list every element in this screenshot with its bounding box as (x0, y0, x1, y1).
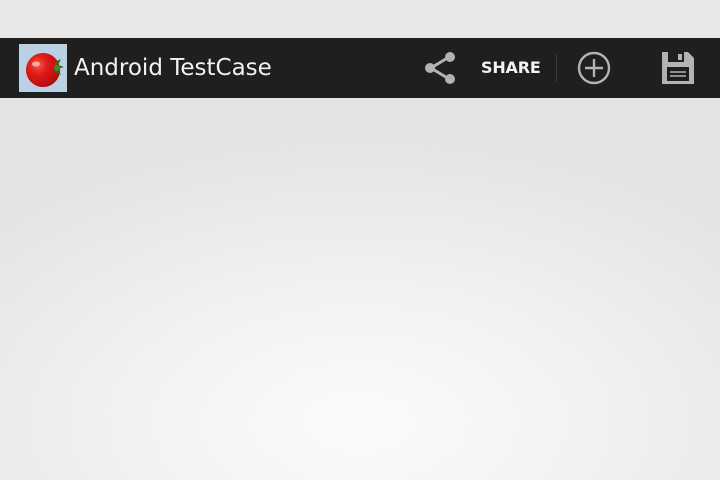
share-button[interactable]: SHARE (412, 38, 556, 98)
share-label: SHARE (481, 58, 541, 77)
app-title: Android TestCase (74, 55, 272, 81)
action-divider (556, 54, 557, 82)
add-circle-icon (577, 51, 611, 85)
action-bar: Android TestCase SHARE (0, 38, 720, 98)
main-content (0, 98, 720, 480)
app-icon[interactable] (19, 44, 67, 92)
save-button[interactable] (648, 38, 708, 98)
top-gap (0, 0, 720, 38)
save-floppy-icon (662, 52, 694, 84)
share-icon (425, 52, 455, 84)
tomato-icon (19, 44, 67, 92)
add-button[interactable] (565, 38, 623, 98)
